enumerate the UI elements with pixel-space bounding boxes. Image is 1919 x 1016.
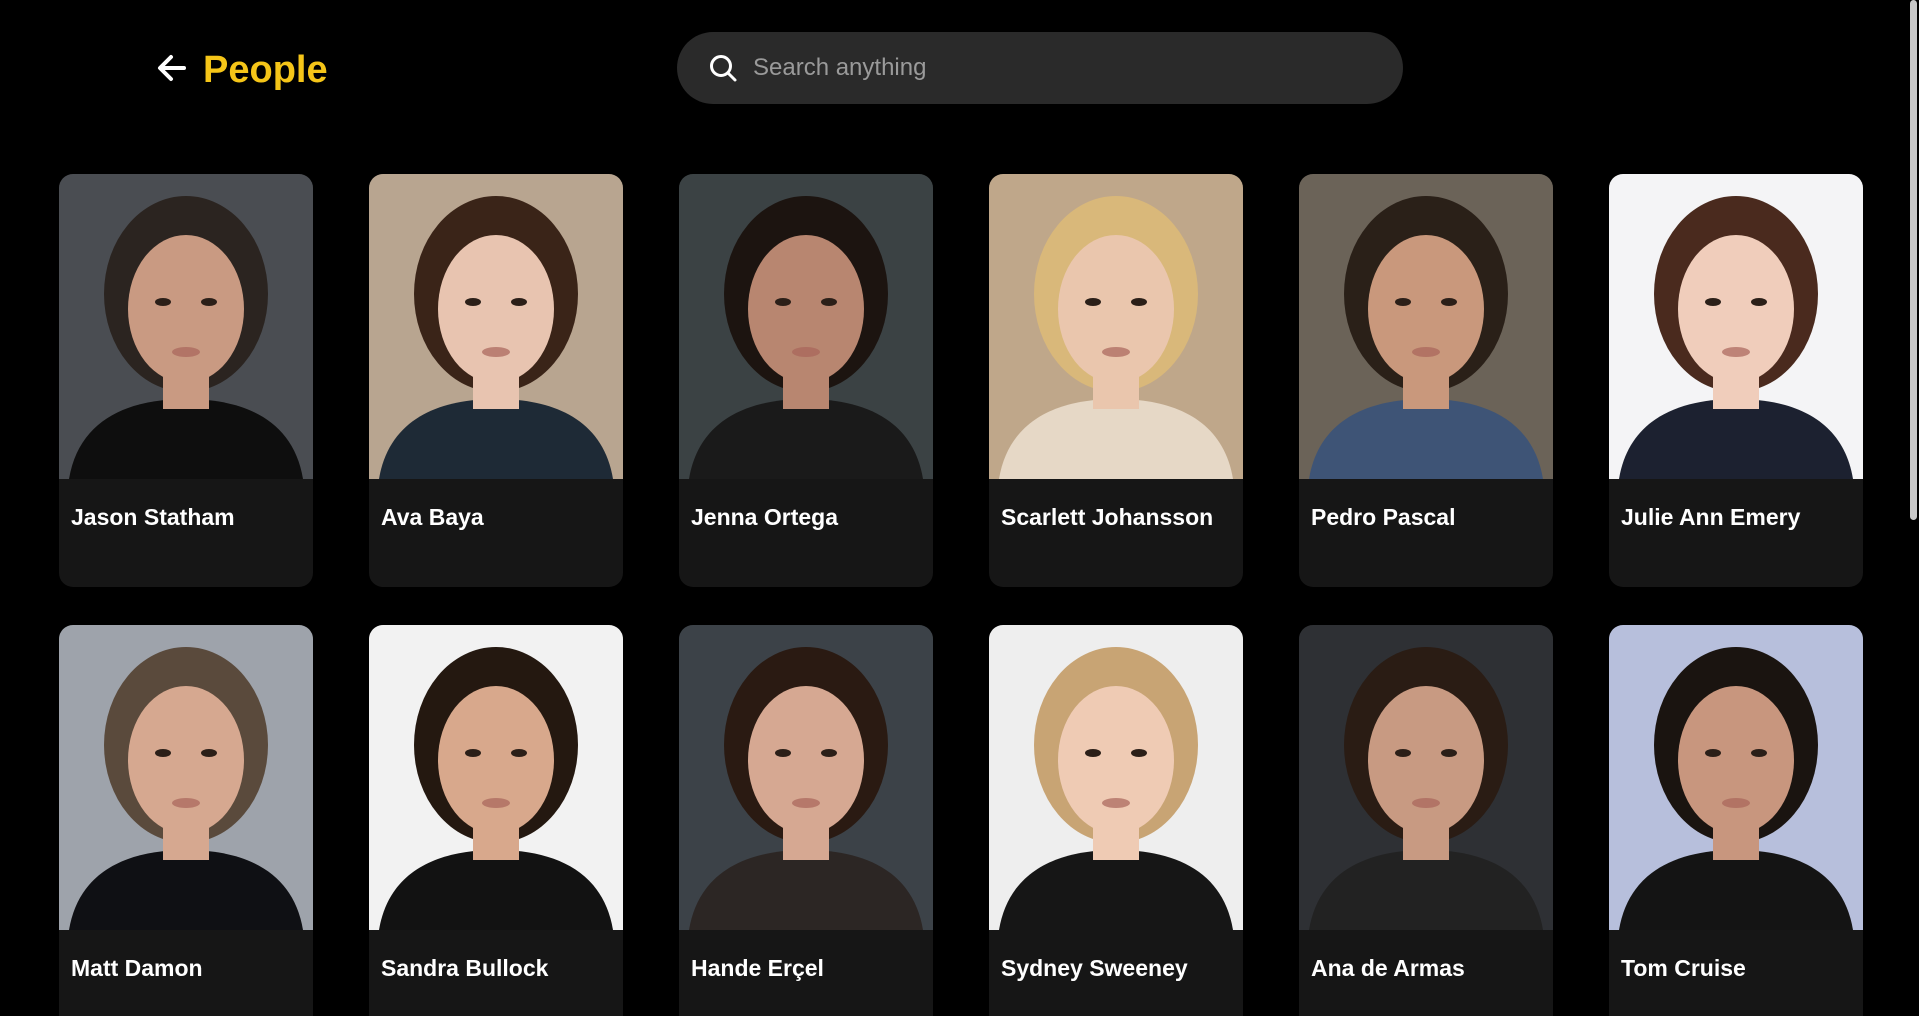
person-photo bbox=[1609, 174, 1863, 479]
person-card[interactable]: Julie Ann Emery bbox=[1609, 174, 1863, 587]
people-grid: Jason Statham Ava Baya Jenna Ortega Scarlet… bbox=[59, 174, 1863, 1016]
people-page: People Jason Statham Ava Baya Jenna Ortega… bbox=[0, 0, 1919, 1016]
person-photo bbox=[1299, 625, 1553, 930]
person-name: Matt Damon bbox=[71, 955, 203, 981]
person-photo bbox=[1299, 174, 1553, 479]
search-icon bbox=[707, 52, 739, 84]
person-card[interactable]: Jenna Ortega bbox=[679, 174, 933, 587]
person-photo bbox=[989, 174, 1243, 479]
person-card[interactable]: Tom Cruise bbox=[1609, 625, 1863, 1016]
person-photo bbox=[59, 174, 313, 479]
person-name: Jason Statham bbox=[71, 504, 235, 530]
person-card[interactable]: Pedro Pascal bbox=[1299, 174, 1553, 587]
person-name: Sydney Sweeney bbox=[1001, 955, 1188, 981]
person-card[interactable]: Sydney Sweeney bbox=[989, 625, 1243, 1016]
scrollbar-track[interactable] bbox=[1908, 0, 1919, 1016]
person-name: Hande Erçel bbox=[691, 955, 824, 981]
person-name: Ava Baya bbox=[381, 504, 484, 530]
page-title: People bbox=[203, 49, 328, 91]
person-photo bbox=[369, 174, 623, 479]
person-photo bbox=[679, 174, 933, 479]
person-card[interactable]: Hande Erçel bbox=[679, 625, 933, 1016]
person-card[interactable]: Ana de Armas bbox=[1299, 625, 1553, 1016]
back-button[interactable] bbox=[155, 50, 189, 86]
person-photo bbox=[679, 625, 933, 930]
person-card[interactable]: Sandra Bullock bbox=[369, 625, 623, 1016]
person-photo bbox=[369, 625, 623, 930]
search-bar[interactable] bbox=[677, 32, 1403, 104]
person-photo bbox=[989, 625, 1243, 930]
person-name: Julie Ann Emery bbox=[1621, 504, 1801, 530]
person-name: Scarlett Johansson bbox=[1001, 504, 1214, 530]
person-card[interactable]: Jason Statham bbox=[59, 174, 313, 587]
person-card[interactable]: Matt Damon bbox=[59, 625, 313, 1016]
arrow-left-icon bbox=[158, 55, 186, 81]
person-name: Jenna Ortega bbox=[691, 504, 838, 530]
person-name: Tom Cruise bbox=[1621, 955, 1746, 981]
person-photo bbox=[1609, 625, 1863, 930]
scrollbar-thumb[interactable] bbox=[1910, 0, 1917, 520]
person-card[interactable]: Scarlett Johansson bbox=[989, 174, 1243, 587]
person-name: Sandra Bullock bbox=[381, 955, 549, 981]
person-card[interactable]: Ava Baya bbox=[369, 174, 623, 587]
search-input[interactable] bbox=[751, 53, 1355, 83]
person-name: Pedro Pascal bbox=[1311, 504, 1456, 530]
person-photo bbox=[59, 625, 313, 930]
person-name: Ana de Armas bbox=[1311, 955, 1465, 981]
